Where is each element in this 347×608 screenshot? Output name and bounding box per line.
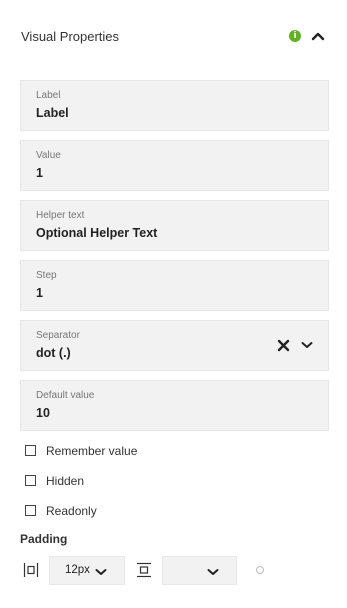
remember-value-checkbox[interactable] <box>25 445 36 456</box>
loading-spinner-icon <box>256 566 264 574</box>
visual-properties-header[interactable]: Visual Properties i <box>21 28 327 48</box>
padding-vertical-icon <box>137 562 151 578</box>
chevron-down-icon[interactable] <box>301 341 313 349</box>
padding-horizontal-value: 12px <box>65 564 90 576</box>
step-field-label: Step <box>36 270 57 281</box>
separator-field-value: dot (.) <box>36 346 71 360</box>
separator-field-label: Separator <box>36 330 80 341</box>
hidden-checkbox[interactable] <box>25 475 36 486</box>
padding-title: Padding <box>20 532 68 546</box>
label-field-value[interactable]: Label <box>36 106 69 120</box>
readonly-label: Readonly <box>46 504 97 518</box>
value-field-label: Value <box>36 150 61 161</box>
readonly-checkbox[interactable] <box>25 505 36 516</box>
chevron-up-icon[interactable] <box>311 31 325 41</box>
padding-horizontal-icon <box>23 563 39 577</box>
helper-text-field-label: Helper text <box>36 210 85 221</box>
default-value-field[interactable]: Default value 10 <box>20 380 329 431</box>
step-field[interactable]: Step 1 <box>20 260 329 311</box>
label-field[interactable]: Label Label <box>20 80 329 131</box>
value-field-value[interactable]: 1 <box>36 166 43 180</box>
clear-icon[interactable] <box>277 339 290 352</box>
helper-text-field[interactable]: Helper text Optional Helper Text <box>20 200 329 251</box>
default-value-field-value[interactable]: 10 <box>36 406 50 420</box>
label-field-label: Label <box>36 90 61 101</box>
remember-value-label: Remember value <box>46 444 138 458</box>
separator-select[interactable]: Separator dot (.) <box>20 320 329 371</box>
default-value-field-label: Default value <box>36 390 95 401</box>
section-title: Visual Properties <box>21 29 120 44</box>
info-icon[interactable]: i <box>289 30 301 42</box>
hidden-label: Hidden <box>46 474 85 488</box>
chevron-down-icon[interactable] <box>207 568 219 576</box>
value-field[interactable]: Value 1 <box>20 140 329 191</box>
chevron-down-icon[interactable] <box>95 568 107 576</box>
padding-horizontal-select[interactable]: 12px <box>49 556 125 585</box>
helper-text-field-value[interactable]: Optional Helper Text <box>36 226 157 240</box>
step-field-value[interactable]: 1 <box>36 286 43 300</box>
padding-vertical-select[interactable] <box>162 556 237 585</box>
